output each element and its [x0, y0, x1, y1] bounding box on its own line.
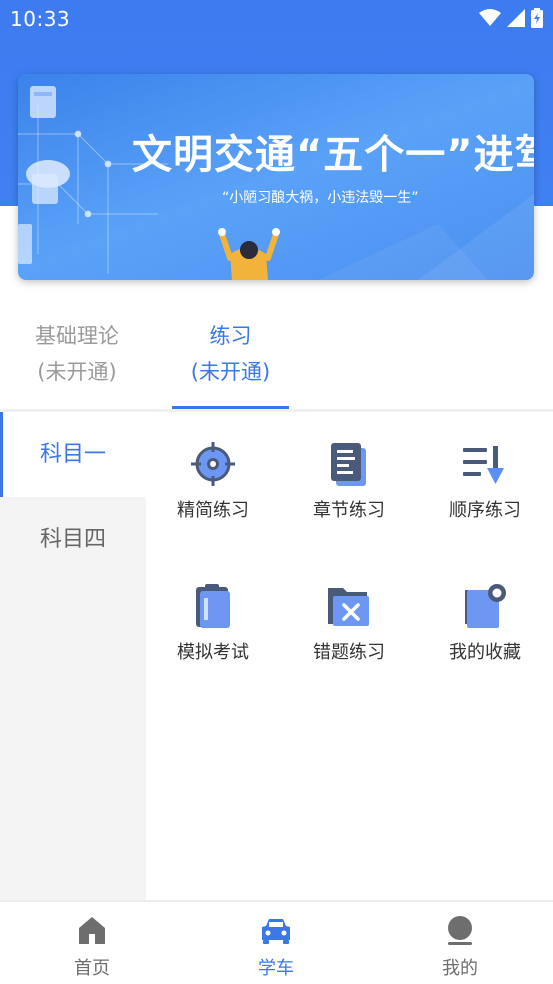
side-item-subject-four[interactable]: 科目四 — [0, 497, 146, 582]
status-time: 10:33 — [10, 7, 71, 31]
nav-label-learn-driving: 学车 — [258, 958, 294, 979]
grid-item-mock-exam[interactable]: 模拟考试 — [145, 582, 281, 682]
status-icons — [479, 8, 543, 28]
tab-label: 练习 — [209, 324, 252, 348]
grid-item-chapter-practice[interactable]: 章节练习 — [281, 440, 417, 540]
grid-label: 精简练习 — [177, 500, 249, 521]
grid-item-sequential-practice[interactable]: 顺序练习 — [417, 440, 553, 540]
nav-label-profile: 我的 — [442, 958, 478, 979]
grid-label: 我的收藏 — [449, 642, 521, 663]
app-screen: 10:33 文明交通“五个一”进 “小陋习酿大祸，小违法毁一生” 基础理论 (未… — [0, 0, 553, 984]
nav-item-home[interactable]: 首页 — [32, 902, 152, 984]
favorite-icon — [465, 584, 506, 628]
sort-icon — [463, 446, 504, 484]
user-icon — [448, 916, 472, 945]
grid-label: 模拟考试 — [177, 642, 249, 663]
tab-basic-theory[interactable]: 基础理论 (未开通) — [14, 318, 140, 390]
tab-practice[interactable]: 练习 (未开通) — [172, 318, 289, 390]
tab-label: 基础理论 — [35, 324, 119, 348]
tab-sublabel: (未开通) — [190, 360, 271, 384]
category-tabs: 基础理论 (未开通) 练习 (未开通) — [0, 318, 553, 410]
folder-x-icon — [328, 588, 369, 626]
target-icon — [191, 442, 235, 486]
clipboard-icon — [196, 584, 230, 628]
side-item-subject-one[interactable]: 科目一 — [0, 412, 146, 497]
subject-side-menu: 科目一 科目四 — [0, 412, 146, 900]
bottom-navigation: 首页 学车 我的 — [0, 900, 553, 984]
home-icon — [79, 917, 105, 944]
grid-label: 章节练习 — [313, 500, 385, 521]
car-icon — [262, 919, 290, 944]
document-icon — [331, 443, 366, 486]
grid-item-concise-practice[interactable]: 精简练习 — [145, 440, 281, 540]
battery-icon — [531, 8, 543, 28]
promo-banner[interactable]: 文明交通“五个一”进驾校 “小陋习酿大祸，小违法毁一生” — [18, 74, 534, 280]
signal-icon — [507, 9, 525, 27]
wifi-icon — [479, 9, 501, 26]
grid-item-my-favorites[interactable]: 我的收藏 — [417, 582, 553, 682]
grid-label: 错题练习 — [313, 642, 385, 663]
tab-sublabel: (未开通) — [37, 360, 117, 384]
status-bar: 10:33 — [0, 0, 553, 38]
banner-title: 文明交通“五个一”进驾校 — [132, 132, 534, 178]
nav-item-learn-driving[interactable]: 学车 — [216, 902, 336, 984]
grid-label: 顺序练习 — [449, 500, 521, 521]
banner-subtitle: “小陋习酿大祸，小违法毁一生” — [222, 190, 419, 206]
nav-item-profile[interactable]: 我的 — [400, 902, 520, 984]
grid-item-wrong-answers[interactable]: 错题练习 — [281, 582, 417, 682]
nav-label-home: 首页 — [74, 958, 110, 979]
